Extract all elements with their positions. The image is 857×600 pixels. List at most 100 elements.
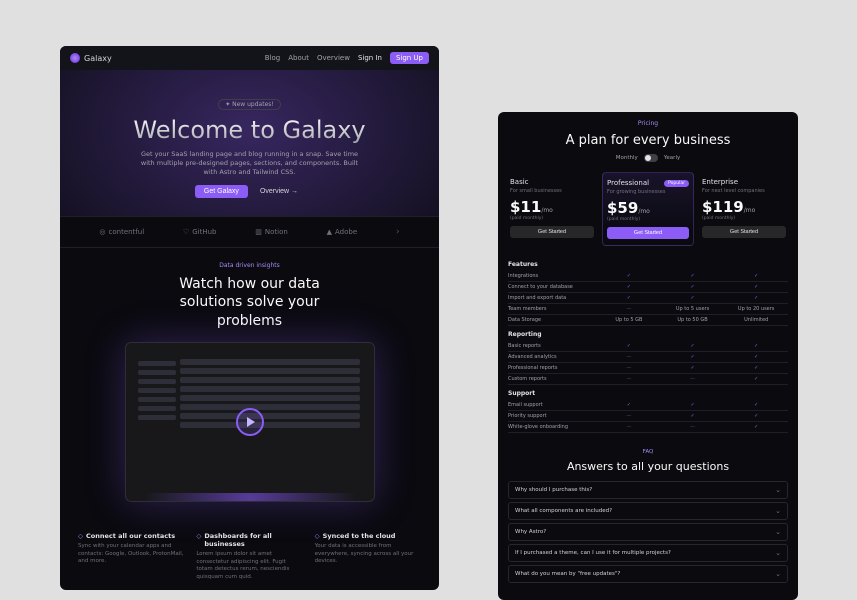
compare-value: Unlimited xyxy=(724,317,788,323)
signup-button[interactable]: Sign Up xyxy=(390,52,429,64)
compare-value: ✓ xyxy=(661,402,725,408)
compare-value: Up to 20 users xyxy=(724,306,788,312)
hero-desc: Get your SaaS landing page and blog runn… xyxy=(135,150,365,177)
billing-toggle[interactable]: Monthly Yearly xyxy=(498,154,798,162)
compare-row: Priority support—✓✓ xyxy=(508,411,788,422)
compare-row: Custom reports——✓ xyxy=(508,374,788,385)
faq-item-1[interactable]: What all components are included? ⌄ xyxy=(508,502,788,520)
plan-enterprise: EnterpriseFor next level companies$119/m… xyxy=(698,172,790,246)
compare-value: Up to 5 users xyxy=(661,306,725,312)
compare-value: ✓ xyxy=(661,413,725,419)
logo-notion: ▥ Notion xyxy=(255,228,288,236)
faq-question: What do you mean by "free updates"? xyxy=(515,571,620,577)
updates-badge[interactable]: ✦ New updates! xyxy=(218,99,281,110)
compare-value: ✓ xyxy=(597,402,661,408)
get-started-button[interactable]: Get Started xyxy=(702,226,786,238)
logo-adobe: ▲ Adobe xyxy=(327,228,358,236)
signin-link[interactable]: Sign In xyxy=(358,54,382,62)
get-galaxy-button[interactable]: Get Galaxy xyxy=(195,185,248,198)
compare-label: Connect to your database xyxy=(508,284,597,290)
compare-row: White-glove onboarding——✓ xyxy=(508,422,788,433)
compare-section: Features xyxy=(508,256,788,271)
plan-sub: For small businesses xyxy=(510,188,594,194)
plan-name: Professional xyxy=(607,179,649,187)
faq-item-2[interactable]: Why Astro?⌄ xyxy=(508,523,788,541)
hero-title: Welcome to Galaxy xyxy=(80,116,419,144)
pricing-eyebrow: Pricing xyxy=(498,120,798,127)
compare-value: ✓ xyxy=(724,354,788,360)
compare-row: Advanced analytics—✓✓ xyxy=(508,352,788,363)
plan-note: (paid monthly) xyxy=(510,216,594,221)
faq-item-0[interactable]: Why should I purchase this? ⌄ xyxy=(508,481,788,499)
compare-value: — xyxy=(597,306,661,312)
nav-overview[interactable]: Overview xyxy=(317,54,350,62)
faq-question: What all components are included? xyxy=(515,508,612,514)
plan-sub: For next level companies xyxy=(702,188,786,194)
plan-price: $11 xyxy=(510,198,541,216)
hero: ✦ New updates! Welcome to Galaxy Get you… xyxy=(60,70,439,216)
compare-row: Connect to your database✓✓✓ xyxy=(508,282,788,293)
overview-button[interactable]: Overview → xyxy=(254,185,304,198)
plan-price: $59 xyxy=(607,199,638,217)
pricing-title: A plan for every business xyxy=(498,133,798,148)
compare-value: Up to 50 GB xyxy=(661,317,725,323)
compare-value: ✓ xyxy=(724,284,788,290)
compare-section: Reporting xyxy=(508,326,788,341)
compare-row: Basic reports✓✓✓ xyxy=(508,341,788,352)
plan-name: Basic xyxy=(510,178,529,186)
compare-value: ✓ xyxy=(661,365,725,371)
brand-icon xyxy=(70,53,80,63)
faq-item-4[interactable]: What do you mean by "free updates"?⌄ xyxy=(508,565,788,583)
compare-label: Professional reports xyxy=(508,365,597,371)
feature-title: Dashboards for all businesses xyxy=(204,532,302,548)
chevron-down-icon: ⌄ xyxy=(775,549,781,557)
logo-strip: ◎ contentful ♡ GitHub ▥ Notion ▲ Adobe › xyxy=(60,216,439,248)
compare-label: Integrations xyxy=(508,273,597,279)
toggle-switch[interactable] xyxy=(644,154,658,162)
compare-value: ✓ xyxy=(597,273,661,279)
video-preview[interactable] xyxy=(125,342,375,502)
feature-icon: ◇ xyxy=(315,532,320,540)
nav-blog[interactable]: Blog xyxy=(265,54,280,62)
brand[interactable]: Galaxy xyxy=(70,53,112,63)
feature-1: ◇Dashboards for all businessesLorem ipsu… xyxy=(196,532,302,582)
compare-value: — xyxy=(597,376,661,382)
faq-eyebrow: FAQ xyxy=(508,449,788,455)
compare-label: Email support xyxy=(508,402,597,408)
compare-value: ✓ xyxy=(724,273,788,279)
compare-value: ✓ xyxy=(661,295,725,301)
compare-value: ✓ xyxy=(597,295,661,301)
chevron-down-icon: ⌄ xyxy=(775,486,781,494)
compare-value: ✓ xyxy=(724,343,788,349)
popular-badge: Popular xyxy=(664,180,689,187)
compare-section: Support xyxy=(508,385,788,400)
scroll-right-icon[interactable]: › xyxy=(396,227,400,237)
plan-name: Enterprise xyxy=(702,178,738,186)
insights-section: Data driven insights Watch how our data … xyxy=(60,248,439,516)
get-started-button[interactable]: Get Started xyxy=(510,226,594,238)
compare-value: — xyxy=(661,424,725,430)
get-started-button[interactable]: Get Started xyxy=(607,227,689,239)
play-icon[interactable] xyxy=(236,408,264,436)
compare-value: Up to 5 GB xyxy=(597,317,661,323)
compare-label: Data Storage xyxy=(508,317,597,323)
feature-desc: Your data is accessible from everywhere,… xyxy=(315,543,421,566)
chevron-down-icon: ⌄ xyxy=(775,507,781,515)
feature-desc: Sync with your calendar apps and contact… xyxy=(78,543,184,566)
compare-value: ✓ xyxy=(661,343,725,349)
plan-per: /mo xyxy=(541,207,553,214)
faq-question: Why should I purchase this? xyxy=(515,487,592,493)
compare-value: ✓ xyxy=(724,402,788,408)
plan-note: (paid monthly) xyxy=(607,217,689,222)
faq-question: Why Astro? xyxy=(515,529,546,535)
compare-value: ✓ xyxy=(724,365,788,371)
pricing-panel: Pricing A plan for every business Monthl… xyxy=(498,112,798,600)
compare-value: ✓ xyxy=(724,376,788,382)
faq-title: Answers to all your questions xyxy=(508,460,788,473)
compare-value: — xyxy=(597,424,661,430)
compare-row: Integrations✓✓✓ xyxy=(508,271,788,282)
faq-item-3[interactable]: If I purchased a theme, can I use it for… xyxy=(508,544,788,562)
insights-eyebrow: Data driven insights xyxy=(80,262,419,269)
feature-2: ◇Synced to the cloudYour data is accessi… xyxy=(315,532,421,582)
nav-about[interactable]: About xyxy=(288,54,309,62)
